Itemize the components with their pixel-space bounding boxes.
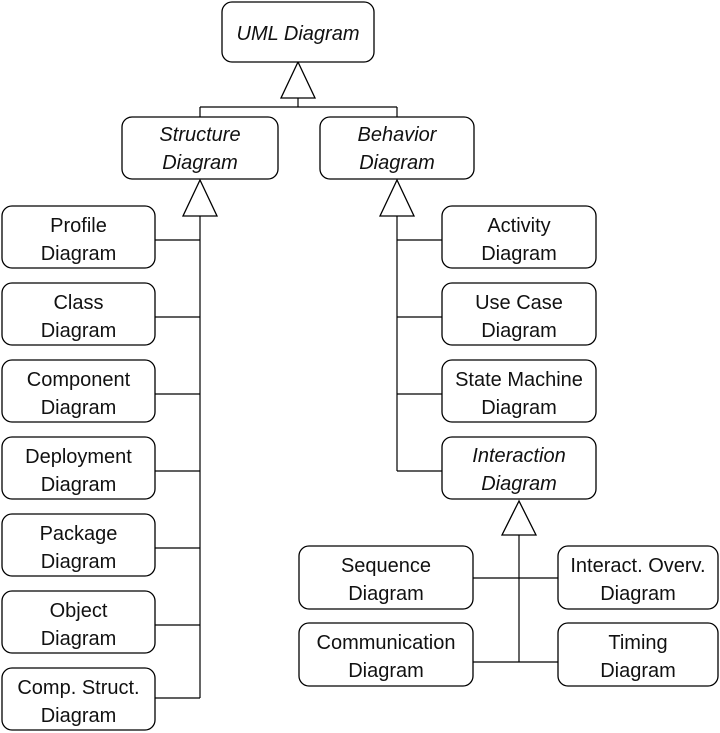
node-label: Component bbox=[27, 369, 131, 391]
node-label: Deployment bbox=[25, 446, 132, 468]
node-profile-diagram: Profile Diagram bbox=[1, 205, 156, 269]
node-comp-struct-diagram: Comp. Struct. Diagram bbox=[1, 667, 156, 731]
node-activity-diagram: Activity Diagram bbox=[441, 205, 597, 269]
node-label: Diagram bbox=[481, 243, 557, 265]
svg-text:Diagram: Diagram bbox=[162, 152, 238, 174]
generalization-arrow-interaction bbox=[500, 499, 538, 536]
node-label: Diagram bbox=[41, 397, 117, 419]
node-label: Diagram bbox=[481, 320, 557, 342]
node-label: Comp. Struct. bbox=[17, 677, 139, 699]
node-label: Diagram bbox=[41, 628, 117, 650]
node-class-diagram: Class Diagram bbox=[1, 282, 156, 346]
node-label: Diagram bbox=[481, 397, 557, 419]
node-label: Diagram bbox=[600, 583, 676, 605]
node-label: Diagram bbox=[41, 705, 117, 727]
node-interaction-diagram: Interaction Diagram bbox=[441, 436, 597, 500]
node-uml-diagram: UML Diagram bbox=[221, 1, 375, 63]
node-label: Diagram bbox=[600, 660, 676, 682]
node-deployment-diagram: Deployment Diagram bbox=[1, 436, 156, 500]
node-component-diagram: Component Diagram bbox=[1, 359, 156, 423]
node-label: Timing bbox=[608, 632, 667, 654]
node-behavior-diagram: Behavior Diagram bbox=[319, 116, 475, 180]
svg-text:Diagram: Diagram bbox=[481, 473, 557, 495]
svg-text:Behavior: Behavior bbox=[358, 124, 438, 146]
node-interact-overv-diagram: Interact. Overv. Diagram bbox=[557, 545, 719, 610]
generalization-arrow-behavior bbox=[378, 178, 416, 217]
node-communication-diagram: Communication Diagram bbox=[298, 622, 474, 687]
node-label: Diagram bbox=[348, 660, 424, 682]
node-label: Diagram bbox=[41, 474, 117, 496]
node-timing-diagram: Timing Diagram bbox=[557, 622, 719, 687]
node-label: Use Case bbox=[475, 292, 563, 314]
generalization-arrow-root bbox=[279, 60, 317, 99]
node-label: Interact. Overv. bbox=[570, 555, 705, 577]
node-object-diagram: Object Diagram bbox=[1, 590, 156, 654]
node-label: Profile bbox=[50, 215, 107, 237]
node-label: Diagram bbox=[41, 551, 117, 573]
node-label: Diagram bbox=[41, 320, 117, 342]
node-use-case-diagram: Use Case Diagram bbox=[441, 282, 597, 346]
node-label: Communication bbox=[317, 632, 456, 654]
node-label: Activity bbox=[487, 215, 550, 237]
node-label: Class bbox=[53, 292, 103, 314]
node-label: Sequence bbox=[341, 555, 431, 577]
generalization-arrow-structure bbox=[181, 178, 219, 217]
node-label: Diagram bbox=[41, 243, 117, 265]
svg-text:Interaction: Interaction bbox=[472, 445, 565, 467]
node-structure-diagram: Structure Diagram bbox=[121, 116, 279, 180]
node-label: Package bbox=[40, 523, 118, 545]
uml-diagram-hierarchy: UML Diagram Structure Diagram Behavior D… bbox=[1, 1, 719, 731]
node-package-diagram: Package Diagram bbox=[1, 513, 156, 577]
node-label: Diagram bbox=[348, 583, 424, 605]
svg-text:Structure: Structure bbox=[159, 124, 240, 146]
svg-text:UML Diagram: UML Diagram bbox=[237, 23, 360, 45]
node-label: State Machine bbox=[455, 369, 583, 391]
node-label: Object bbox=[50, 600, 108, 622]
svg-text:Diagram: Diagram bbox=[359, 152, 435, 174]
node-sequence-diagram: Sequence Diagram bbox=[298, 545, 474, 610]
node-state-machine-diagram: State Machine Diagram bbox=[441, 359, 597, 423]
